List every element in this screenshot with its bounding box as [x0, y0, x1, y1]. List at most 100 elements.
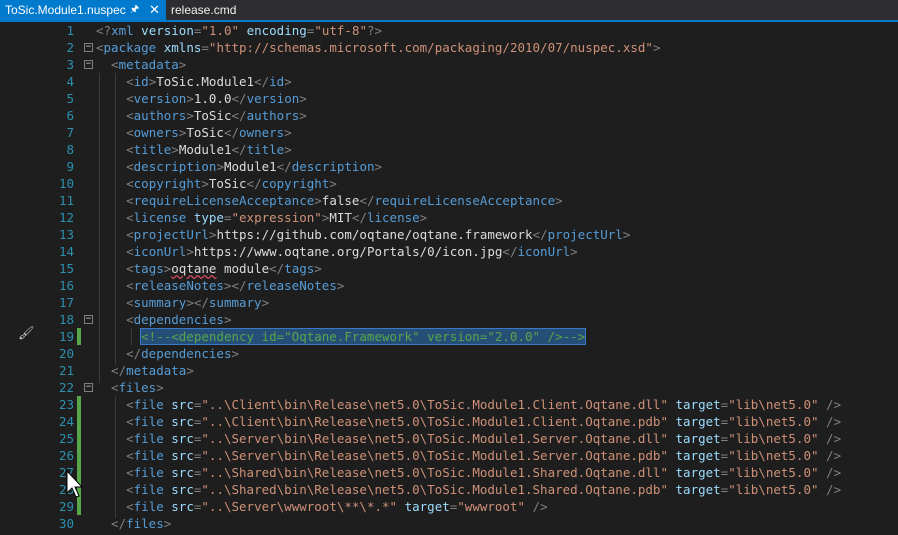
tab-label: ToSic.Module1.nuspec [5, 3, 126, 17]
code-token: summary [208, 295, 262, 310]
tab-label: release.cmd [171, 3, 237, 17]
code-line[interactable]: 18 − <dependencies> [0, 311, 898, 328]
code-line[interactable]: 11 <requireLicenseAcceptance>false</requ… [0, 192, 898, 209]
code-token: </ [276, 159, 292, 174]
fold-toggle-icon[interactable]: − [84, 60, 93, 69]
code-token: > [314, 193, 322, 208]
code-token: "..\Shared\bin\Release\net5.0\ToSic.Modu… [201, 465, 668, 480]
code-line[interactable]: 19 <!--<dependency id="Oqtane.Framework"… [0, 328, 898, 345]
code-line[interactable]: 4 <id>ToSic.Module1</id> [0, 73, 898, 90]
code-line[interactable]: 5 <version>1.0.0</version> [0, 90, 898, 107]
code-token: "..\Client\bin\Release\net5.0\ToSic.Modu… [201, 397, 668, 412]
code-token: ToSic [193, 108, 232, 123]
code-line[interactable]: 3 − <metadata> [0, 56, 898, 73]
fold-toggle-icon[interactable]: − [84, 315, 93, 324]
code-token: > [186, 91, 194, 106]
code-line[interactable]: 23 <file src="..\Client\bin\Release\net5… [0, 396, 898, 413]
code-token: </ [351, 210, 367, 225]
code-token: </ [254, 74, 270, 89]
code-line[interactable]: 10 <copyright>ToSic</copyright> [0, 175, 898, 192]
code-line[interactable]: 24 <file src="..\Client\bin\Release\net5… [0, 413, 898, 430]
code-token: /> [818, 482, 842, 497]
code-token: </ [269, 261, 285, 276]
code-token: title [246, 142, 285, 157]
code-token: ToSic [208, 176, 247, 191]
fold-toggle-icon[interactable]: − [84, 43, 93, 52]
pin-icon[interactable]: 🖈 [130, 0, 139, 20]
code-token: metadata [118, 57, 179, 72]
code-line[interactable]: 13 <projectUrl>https://github.com/oqtane… [0, 226, 898, 243]
code-token: > [299, 91, 307, 106]
code-token: title [133, 142, 172, 157]
code-token: https://www.oqtane.org/Portals/0/icon.jp… [193, 244, 503, 259]
code-token: > [163, 516, 172, 531]
code-token: summary [133, 295, 187, 310]
tab-release-cmd[interactable]: release.cmd [166, 0, 246, 20]
code-token: </ [96, 363, 127, 378]
code-token: </ [502, 244, 518, 259]
code-line[interactable]: 28 <file src="..\Shared\bin\Release\net5… [0, 481, 898, 498]
code-line[interactable]: 29 <file src="..\Server\wwwroot\**\*.*" … [0, 498, 898, 515]
line-number: 25 [58, 431, 74, 446]
code-line[interactable]: 26 <file src="..\Server\bin\Release\net5… [0, 447, 898, 464]
code-text: </dependencies> [96, 345, 239, 362]
fold-toggle-icon[interactable]: − [84, 383, 93, 392]
code-line[interactable]: 12 <license type="expression">MIT</licen… [0, 209, 898, 226]
line-number: 6 [66, 108, 74, 123]
code-line[interactable]: 16 <releaseNotes></releaseNotes> [0, 277, 898, 294]
code-token: version [246, 91, 300, 106]
code-token: > [186, 244, 194, 259]
code-line[interactable]: 20 </dependencies> [0, 345, 898, 362]
tab-nuspec[interactable]: ToSic.Module1.nuspec 🖈 ✕ [0, 0, 166, 20]
code-line[interactable]: 14 <iconUrl>https://www.oqtane.org/Porta… [0, 243, 898, 260]
code-line[interactable]: 9 <description>Module1</description> [0, 158, 898, 175]
code-token: </ [223, 125, 240, 140]
code-token: ></ [186, 295, 209, 310]
code-token: /> [525, 499, 548, 514]
code-token: description [133, 159, 217, 174]
close-icon[interactable]: ✕ [149, 0, 160, 20]
code-token: src [171, 465, 194, 480]
code-token: license [133, 210, 187, 225]
code-token: file [133, 397, 164, 412]
code-line[interactable]: 25 <file src="..\Server\bin\Release\net5… [0, 430, 898, 447]
code-line[interactable]: 27 <file src="..\Shared\bin\Release\net5… [0, 464, 898, 481]
code-text: <package xmlns="http://schemas.microsoft… [96, 39, 660, 56]
code-token: target [404, 499, 450, 514]
line-number: 15 [58, 261, 74, 276]
code-token: > [374, 159, 383, 174]
line-number: 20 [58, 346, 74, 361]
code-token: > [336, 278, 345, 293]
code-text: <!--<dependency id="Oqtane.Framework" ve… [96, 328, 587, 345]
code-text: <projectUrl>https://github.com/oqtane/oq… [96, 226, 630, 243]
code-token: > [261, 295, 270, 310]
code-token: releaseNotes [133, 278, 224, 293]
code-token: requireLicenseAcceptance [133, 193, 315, 208]
code-line[interactable]: 21 </metadata> [0, 362, 898, 379]
code-token: /> [818, 431, 842, 446]
selected-comment: <!--<dependency id="Oqtane.Framework" ve… [140, 328, 587, 345]
code-token: src [171, 414, 194, 429]
code-line[interactable]: 1 <?xml version="1.0" encoding="utf-8"?> [0, 22, 898, 39]
code-token: </ [231, 108, 247, 123]
code-token: src [171, 397, 194, 412]
code-line[interactable]: 7 <owners>ToSic</owners> [0, 124, 898, 141]
code-text: <requireLicenseAcceptance>false</require… [96, 192, 563, 209]
code-line[interactable]: 30 </files> [0, 515, 898, 532]
code-editor[interactable]: 🖌 1 <?xml version="1.0" encoding="utf-8"?… [0, 22, 898, 535]
code-line[interactable]: 15 <tags>oqtane module</tags> [0, 260, 898, 277]
code-line[interactable]: 2 − <package xmlns="http://schemas.microso… [0, 39, 898, 56]
code-token: > [314, 261, 322, 276]
code-line[interactable]: 6 <authors>ToSic</authors> [0, 107, 898, 124]
code-line[interactable]: 8 <title>Module1</title> [0, 141, 898, 158]
code-token: dependencies [133, 312, 224, 327]
code-token: ></ [223, 278, 247, 293]
code-token: > [419, 210, 428, 225]
line-number: 4 [66, 74, 74, 89]
code-line[interactable]: 22 − <files> [0, 379, 898, 396]
code-token: encoding [246, 23, 307, 38]
code-line[interactable]: 17 <summary></summary> [0, 294, 898, 311]
